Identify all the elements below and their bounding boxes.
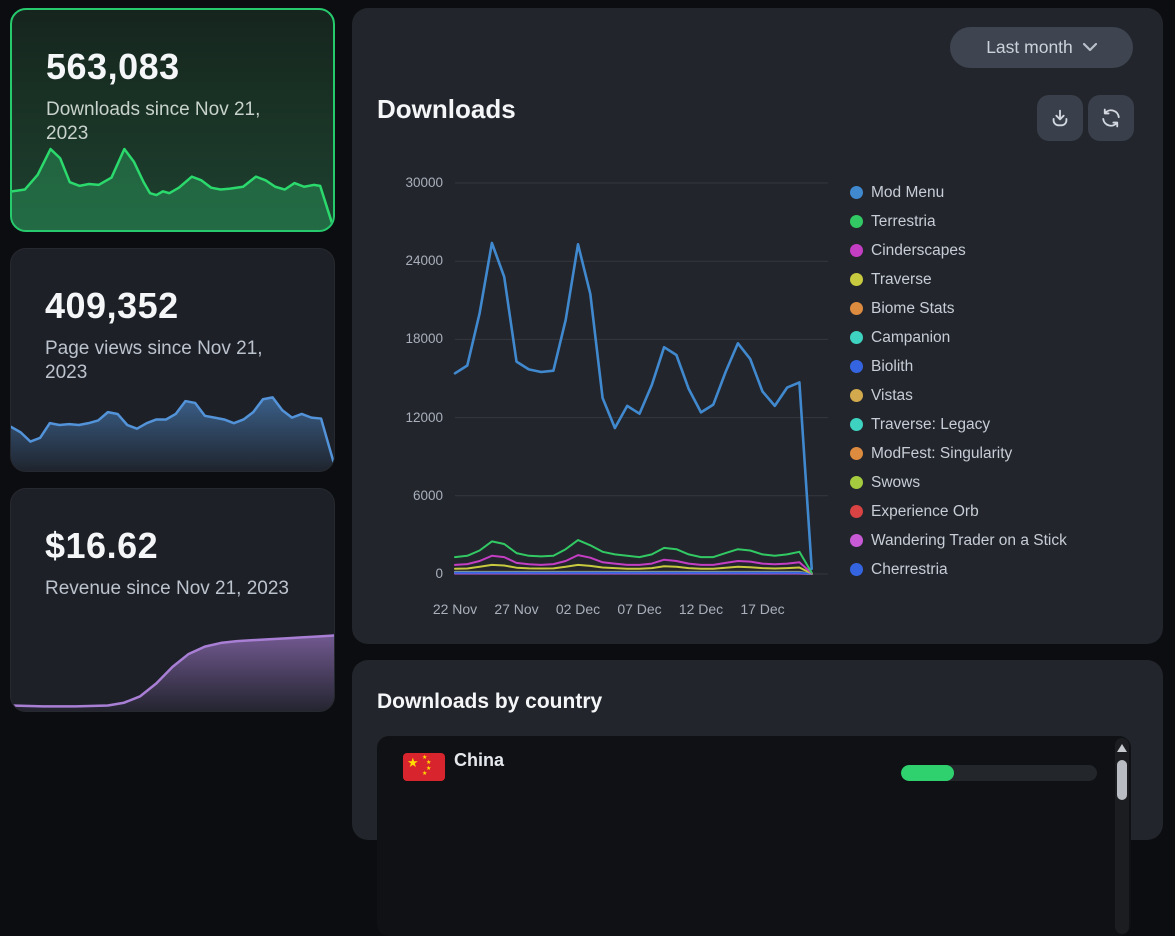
legend-item: Vistas bbox=[850, 381, 1067, 410]
date-range-dropdown[interactable]: Last month bbox=[950, 27, 1133, 68]
downloads-total: 563,083 bbox=[46, 46, 180, 88]
legend-dot bbox=[850, 360, 863, 373]
legend-label: Swows bbox=[871, 474, 920, 492]
refresh-button[interactable] bbox=[1088, 95, 1134, 141]
scrollbar-up-arrow[interactable] bbox=[1117, 744, 1127, 752]
legend-dot bbox=[850, 563, 863, 576]
legend-dot bbox=[850, 215, 863, 228]
legend-dot bbox=[850, 505, 863, 518]
download-icon bbox=[1049, 107, 1071, 129]
country-row: ★ ★ ★ ★ ★ China bbox=[377, 736, 1115, 806]
x-tick-label: 17 Dec bbox=[728, 601, 798, 617]
y-tick-label: 30000 bbox=[352, 175, 443, 191]
legend-item: Cinderscapes bbox=[850, 236, 1067, 265]
legend-item: Wandering Trader on a Stick bbox=[850, 526, 1067, 555]
page-views-sparkline bbox=[11, 379, 334, 471]
series-line bbox=[455, 573, 812, 574]
page-views-total: 409,352 bbox=[45, 285, 179, 327]
y-tick-label: 12000 bbox=[352, 410, 443, 426]
legend-item: Terrestria bbox=[850, 207, 1067, 236]
stat-card-page-views[interactable]: 409,352 Page views since Nov 21, 2023 bbox=[10, 248, 335, 472]
country-list: ★ ★ ★ ★ ★ China bbox=[377, 736, 1131, 936]
y-tick-label: 24000 bbox=[352, 253, 443, 269]
legend-item: ModFest: Singularity bbox=[850, 439, 1067, 468]
refresh-icon bbox=[1100, 107, 1122, 129]
legend-label: Campanion bbox=[871, 329, 950, 347]
legend-dot bbox=[850, 389, 863, 402]
downloads-chart bbox=[455, 183, 828, 574]
legend-dot bbox=[850, 273, 863, 286]
legend-item: Biolith bbox=[850, 352, 1067, 381]
y-tick-label: 6000 bbox=[352, 488, 443, 504]
legend-item: Traverse: Legacy bbox=[850, 410, 1067, 439]
y-tick-label: 18000 bbox=[352, 331, 443, 347]
legend-item: Cherrestria bbox=[850, 555, 1067, 584]
x-tick-label: 22 Nov bbox=[420, 601, 490, 617]
revenue-label: Revenue since Nov 21, 2023 bbox=[45, 577, 295, 601]
legend-label: Experience Orb bbox=[871, 503, 979, 521]
country-panel: Downloads by country ★ ★ ★ ★ ★ China bbox=[352, 660, 1163, 840]
x-tick-label: 07 Dec bbox=[605, 601, 675, 617]
legend-item: Campanion bbox=[850, 323, 1067, 352]
legend-label: Terrestria bbox=[871, 213, 936, 231]
legend-label: Cherrestria bbox=[871, 561, 948, 579]
series-line bbox=[455, 555, 812, 573]
legend-label: Vistas bbox=[871, 387, 913, 405]
stat-card-revenue[interactable]: $16.62 Revenue since Nov 21, 2023 bbox=[10, 488, 335, 712]
legend-label: Biolith bbox=[871, 358, 913, 376]
legend-dot bbox=[850, 447, 863, 460]
legend-item: Traverse bbox=[850, 265, 1067, 294]
revenue-total: $16.62 bbox=[45, 525, 158, 567]
legend-dot bbox=[850, 476, 863, 489]
legend-dot bbox=[850, 331, 863, 344]
downloads-panel: Last month Downloads 0 6000 12000 18000 2400… bbox=[352, 8, 1163, 644]
legend-label: Traverse bbox=[871, 271, 932, 289]
legend-dot bbox=[850, 186, 863, 199]
revenue-sparkline bbox=[11, 619, 334, 711]
export-csv-button[interactable] bbox=[1037, 95, 1083, 141]
legend-label: Biome Stats bbox=[871, 300, 955, 318]
page-views-label: Page views since Nov 21, 2023 bbox=[45, 337, 295, 385]
legend-dot bbox=[850, 418, 863, 431]
stat-card-downloads[interactable]: 563,083 Downloads since Nov 21, 2023 bbox=[10, 8, 335, 232]
legend-label: Wandering Trader on a Stick bbox=[871, 532, 1067, 550]
x-tick-label: 02 Dec bbox=[543, 601, 613, 617]
country-name: China bbox=[454, 750, 504, 771]
legend: Mod Menu Terrestria Cinderscapes Traverse Bi… bbox=[850, 178, 1067, 584]
legend-item: Swows bbox=[850, 468, 1067, 497]
y-tick-label: 0 bbox=[352, 566, 443, 582]
country-list-scrollbar[interactable] bbox=[1115, 738, 1129, 934]
series-line bbox=[455, 243, 812, 569]
legend-label: Traverse: Legacy bbox=[871, 416, 990, 434]
legend-label: Cinderscapes bbox=[871, 242, 966, 260]
legend-dot bbox=[850, 534, 863, 547]
downloads-panel-title: Downloads bbox=[377, 94, 516, 125]
china-flag-icon: ★ ★ ★ ★ ★ bbox=[403, 753, 445, 781]
legend-item: Biome Stats bbox=[850, 294, 1067, 323]
country-panel-title: Downloads by country bbox=[377, 690, 602, 714]
chevron-down-icon bbox=[1083, 43, 1097, 52]
legend-item: Experience Orb bbox=[850, 497, 1067, 526]
country-progress-bar bbox=[901, 765, 1097, 781]
date-range-label: Last month bbox=[986, 37, 1073, 58]
country-progress-fill bbox=[901, 765, 954, 781]
legend-dot bbox=[850, 244, 863, 257]
downloads-sparkline bbox=[12, 138, 333, 230]
x-tick-label: 27 Nov bbox=[482, 601, 552, 617]
x-tick-label: 12 Dec bbox=[666, 601, 736, 617]
legend-label: ModFest: Singularity bbox=[871, 445, 1012, 463]
scrollbar-thumb[interactable] bbox=[1117, 760, 1127, 800]
legend-dot bbox=[850, 302, 863, 315]
legend-label: Mod Menu bbox=[871, 184, 944, 202]
legend-item: Mod Menu bbox=[850, 178, 1067, 207]
